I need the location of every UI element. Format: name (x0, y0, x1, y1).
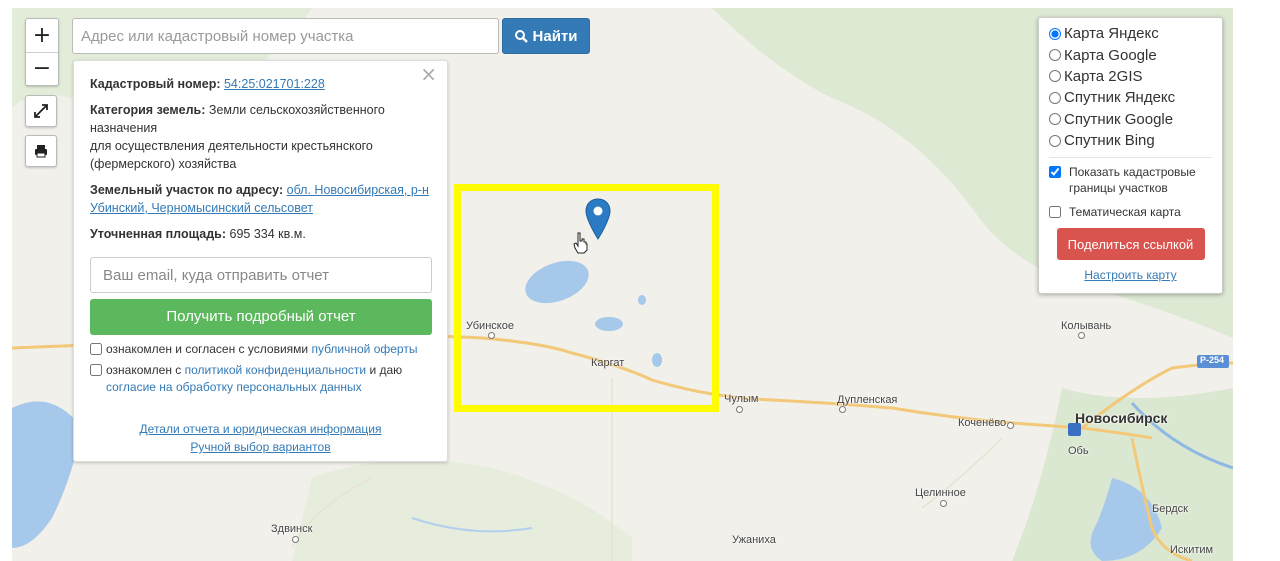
layer-option-bing-satellite[interactable]: Спутник Bing (1049, 130, 1212, 151)
place-dot (736, 406, 743, 413)
layer-radio[interactable] (1049, 91, 1061, 104)
layer-option-label: Карта Google (1064, 46, 1157, 64)
place-label: Коченёво (958, 417, 1007, 429)
cadastral-boundaries-option[interactable]: Показать кадастровые границы участков (1049, 164, 1212, 196)
search-input[interactable] (72, 18, 499, 54)
hand-pointer-icon (573, 232, 588, 254)
close-icon[interactable]: × (420, 64, 437, 84)
cadastral-label: Кадастровый номер: (90, 77, 221, 91)
place-dot (940, 500, 947, 507)
offer-agreement-checkbox[interactable] (90, 343, 102, 355)
manual-selection-link[interactable]: Ручной выбор вариантов (90, 438, 431, 456)
fullscreen-button[interactable] (25, 95, 57, 127)
offer-agreement-label: ознакомлен и согласен с условиями (106, 342, 309, 356)
layer-option-google-satellite[interactable]: Спутник Google (1049, 109, 1212, 130)
email-field[interactable] (90, 257, 432, 293)
place-label: Здвинск (271, 523, 313, 535)
panel-footer-links: Детали отчета и юридическая информация Р… (90, 420, 431, 456)
category-value-2: для осуществления деятельности крестьянс… (90, 139, 373, 171)
place-label: Дупленская (837, 394, 898, 406)
plus-icon: + (32, 23, 52, 48)
place-label: Ужаниха (732, 534, 776, 546)
get-report-button[interactable]: Получить подробный отчет (90, 299, 432, 335)
public-offer-link[interactable]: публичной оферты (311, 342, 417, 356)
place-label: Чулым (724, 393, 759, 405)
privacy-agreement-text: ознакомлен с политикой конфиденциальност… (106, 362, 431, 396)
offer-agreement-text: ознакомлен и согласен с условиями публич… (106, 341, 417, 358)
privacy-agreement-label: ознакомлен с (106, 363, 182, 377)
area-value: 695 334 кв.м. (229, 227, 306, 241)
report-details-link[interactable]: Детали отчета и юридическая информация (90, 420, 431, 438)
layer-radio[interactable] (1049, 113, 1061, 126)
print-button[interactable] (25, 135, 57, 167)
thematic-map-option[interactable]: Тематическая карта (1049, 204, 1212, 220)
place-label: Целинное (915, 487, 966, 499)
category-label: Категория земель: (90, 103, 206, 117)
print-icon (35, 145, 47, 158)
address-label: Земельный участок по адресу: (90, 183, 284, 197)
city-label: Новосибирск (1075, 410, 1168, 426)
zoom-control: + − (25, 18, 59, 86)
cadastral-boundaries-checkbox[interactable] (1049, 166, 1061, 179)
area-label: Уточненная площадь: (90, 227, 227, 241)
divider (1049, 157, 1212, 159)
layer-option-label: Спутник Google (1064, 110, 1174, 128)
map-layers-panel: Карта Яндекс Карта Google Карта 2GIS Спу… (1038, 17, 1223, 294)
find-button[interactable]: Найти (502, 18, 590, 54)
thematic-map-checkbox[interactable] (1049, 206, 1061, 219)
cadastral-boundaries-label: Показать кадастровые границы участков (1069, 165, 1196, 196)
layer-option-label: Карта 2GIS (1064, 67, 1143, 85)
parcel-info-panel: × Кадастровый номер: 54:25:021701:228 Ка… (73, 60, 448, 462)
place-dot (839, 406, 846, 413)
place-label: Бердск (1152, 503, 1188, 515)
expand-icon (34, 104, 48, 118)
layer-option-2gis-map[interactable]: Карта 2GIS (1049, 66, 1212, 87)
airport-icon (1068, 423, 1081, 436)
minus-icon: − (32, 56, 52, 81)
privacy-agreement-row: ознакомлен с политикой конфиденциальност… (90, 362, 431, 396)
layer-option-yandex-map[interactable]: Карта Яндекс (1049, 23, 1212, 44)
share-link-button[interactable]: Поделиться ссылкой (1056, 228, 1205, 261)
zoom-in-button[interactable]: + (26, 20, 58, 52)
thematic-map-label: Тематическая карта (1069, 205, 1181, 220)
layer-radio[interactable] (1049, 49, 1061, 62)
place-label: Искитим (1170, 544, 1214, 556)
personal-data-consent-link[interactable]: согласие на обработку персональных данны… (106, 380, 362, 394)
place-dot (1007, 422, 1014, 429)
road-shield-label: Р-254 (1200, 355, 1225, 365)
cadastral-number-link[interactable]: 54:25:021701:228 (224, 77, 325, 91)
layer-option-label: Спутник Яндекс (1064, 89, 1176, 107)
place-label: Колывань (1061, 320, 1112, 332)
layer-radio[interactable] (1049, 70, 1061, 83)
layer-option-label: Спутник Bing (1064, 132, 1155, 150)
layer-option-yandex-satellite[interactable]: Спутник Яндекс (1049, 87, 1212, 108)
search-icon (514, 29, 528, 43)
layer-radio[interactable] (1049, 27, 1061, 40)
place-label: Обь (1068, 445, 1089, 457)
find-button-label: Найти (532, 27, 578, 45)
privacy-agreement-mid: и даю (369, 363, 403, 377)
layer-option-label: Карта Яндекс (1064, 25, 1159, 43)
zoom-out-button[interactable]: − (26, 51, 58, 85)
layer-radio[interactable] (1049, 134, 1061, 147)
configure-map-link[interactable]: Настроить карту (1049, 268, 1212, 282)
offer-agreement-row: ознакомлен и согласен с условиями публич… (90, 341, 431, 358)
privacy-policy-link[interactable]: политикой конфиденциальности (185, 363, 366, 377)
place-dot (292, 536, 299, 543)
layer-option-google-map[interactable]: Карта Google (1049, 44, 1212, 65)
place-dot (1078, 332, 1085, 339)
privacy-agreement-checkbox[interactable] (90, 364, 102, 376)
